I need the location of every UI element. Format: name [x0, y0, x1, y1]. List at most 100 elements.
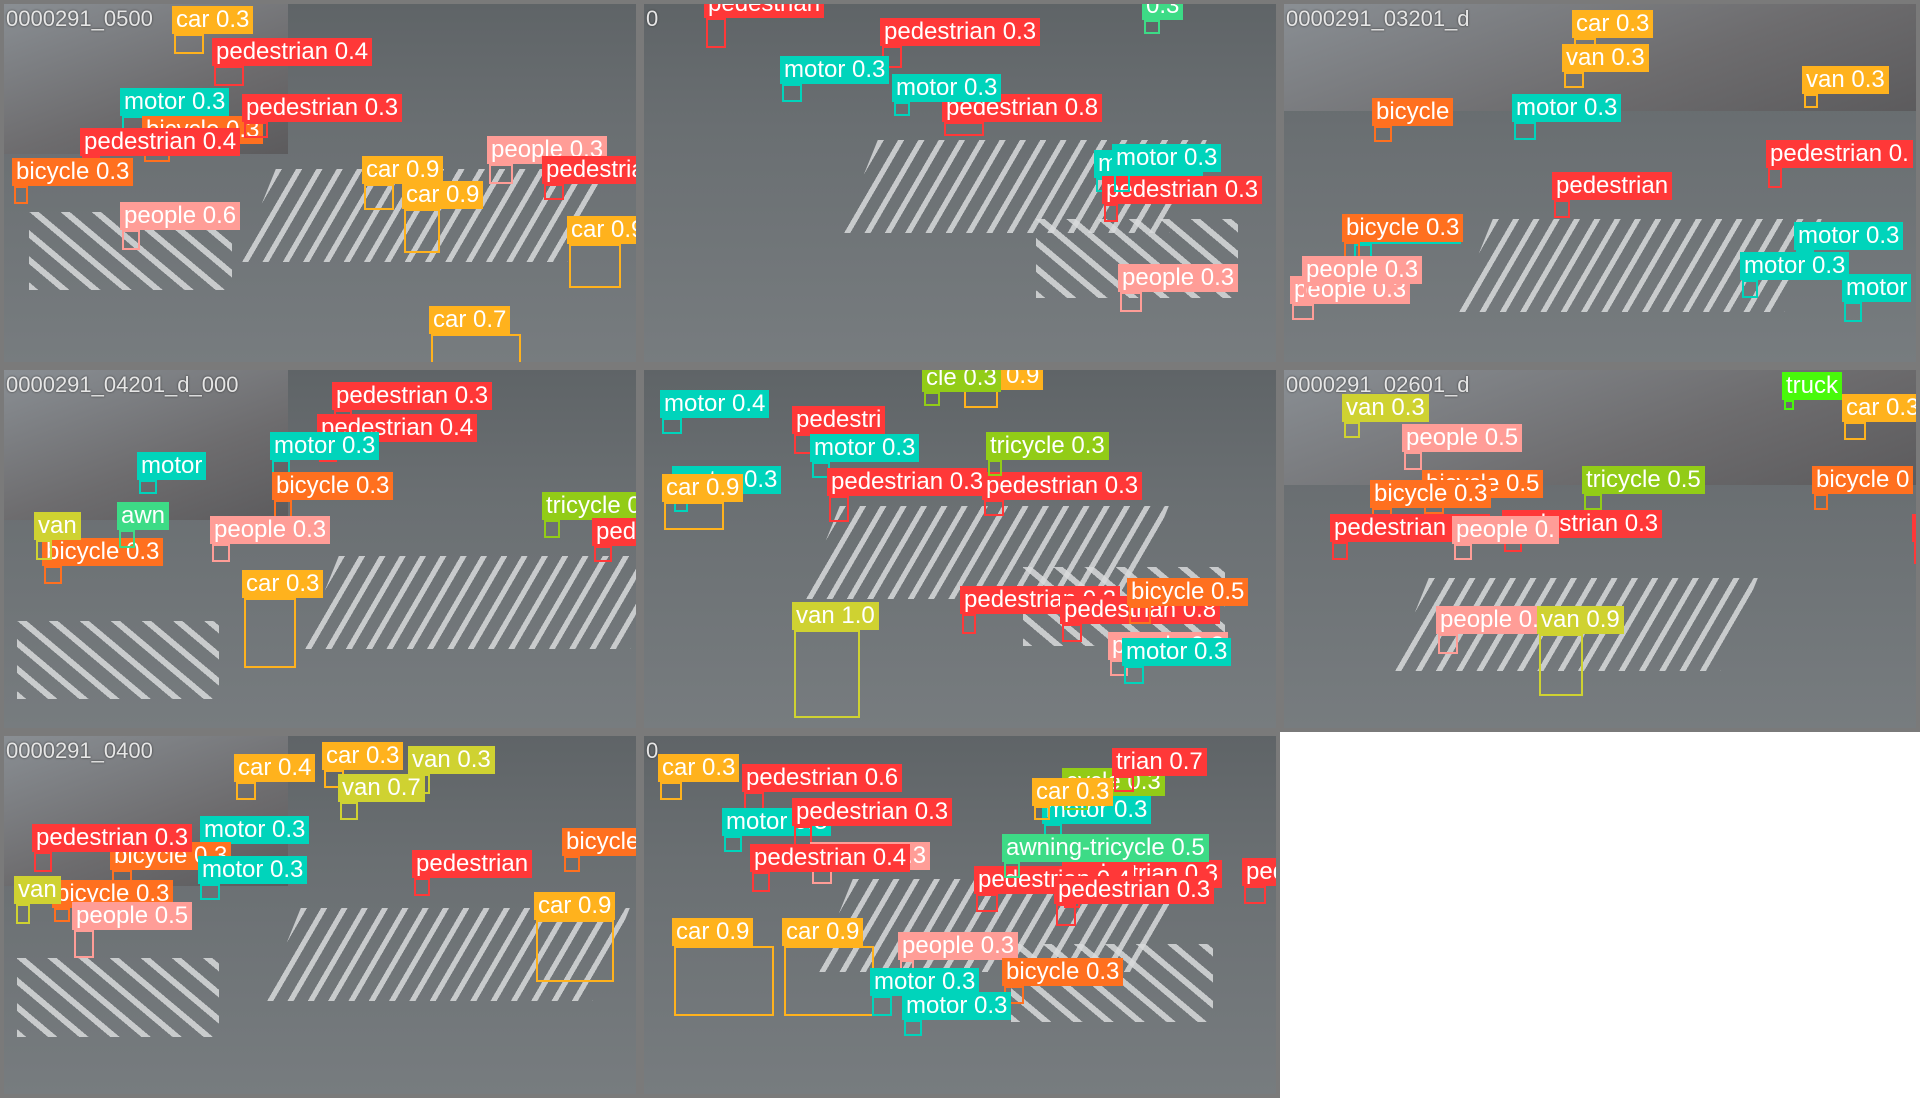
detection-people: people 0.3 — [487, 136, 608, 184]
detection-people: people 0.5 — [1436, 606, 1557, 654]
detection-pedestrian: pedestrian 0.3 — [242, 94, 403, 138]
bounding-box — [1304, 284, 1322, 300]
bounding-box — [976, 894, 998, 912]
detection-label: pedestrian 0.3 — [1054, 876, 1215, 904]
bounding-box — [962, 614, 976, 634]
bounding-box — [964, 390, 998, 408]
bounding-box — [544, 520, 560, 538]
detection-label: truck — [1782, 372, 1843, 400]
bounding-box — [988, 460, 1002, 476]
detection-label: van — [34, 512, 81, 540]
detection-label: car 0.3 — [1842, 394, 1916, 422]
bounding-box — [1742, 280, 1758, 298]
detection-motor: motor 0.3 — [902, 992, 1012, 1036]
bounding-box — [14, 186, 28, 204]
detection-car: car 0.3 — [242, 570, 324, 668]
bounding-box — [1554, 200, 1570, 218]
detection-van: van 0.9 — [1537, 606, 1624, 696]
bounding-box — [1768, 168, 1782, 188]
detection-pedestrian: pedestrian 0.8 — [1060, 596, 1221, 642]
detection-pedestrian: pedestrian — [412, 850, 533, 896]
bounding-box — [404, 209, 440, 253]
detection-pedestrian: pedestrian 0.8 — [942, 94, 1103, 136]
detection-motor: motor 0.3 — [1112, 144, 1222, 192]
detection-people: people 0.3 — [1302, 256, 1423, 300]
detection-label: car 0.9 — [782, 918, 864, 946]
detection-bicycle: bicycle 0.5 — [1127, 578, 1249, 624]
detection-label: car 0.4 — [234, 754, 316, 782]
bounding-box — [664, 502, 724, 530]
detection-motor: motor 0.3 — [892, 74, 1002, 116]
bounding-box — [904, 1020, 922, 1036]
detection-label: pedestrian 0.3 — [32, 824, 193, 852]
detection-pedestrian: trian 0.7 — [1112, 748, 1207, 792]
detection-label: people 0.3 — [1302, 256, 1423, 284]
bounding-box — [894, 102, 910, 116]
bounding-box — [1332, 542, 1348, 560]
detection-van: van 0.7 — [338, 774, 425, 820]
detection-label: pedestrian 0.3 — [982, 472, 1143, 500]
detection-label: people 0.6 — [120, 202, 241, 230]
bounding-box — [752, 872, 770, 892]
detection-car: car 0.3 — [1032, 778, 1114, 820]
detection-bicycle: bicycle — [1372, 98, 1454, 142]
detection-people: people 0. — [1452, 516, 1559, 560]
bounding-box — [924, 392, 940, 406]
bounding-box — [544, 184, 564, 200]
bounding-box — [724, 836, 742, 852]
bounding-box — [1104, 204, 1118, 222]
detection-label: pedestrian 0.3 — [592, 518, 636, 546]
detection-label: cle 0.3 — [922, 370, 1001, 392]
bounding-box — [782, 84, 802, 102]
detection-label: pedestri — [792, 406, 886, 434]
bounding-box — [662, 418, 682, 434]
detection-van: van 1.0 — [792, 602, 879, 718]
bounding-box — [1814, 494, 1828, 510]
detection-label: bicycle 0.3 — [1370, 480, 1492, 508]
detection-label: bicycle 0.3 — [1342, 214, 1464, 242]
bounding-box — [594, 546, 612, 562]
detection-motor: motor 0.3 — [198, 856, 308, 900]
bounding-box — [174, 34, 204, 54]
bounding-box — [1784, 400, 1794, 410]
bounding-box — [340, 802, 358, 820]
detection-label: motor 0.3 — [1740, 252, 1850, 280]
detection-pedestrian: pedestrian 0.4 — [1242, 858, 1276, 904]
detection-label: pedestrian 0.4 — [750, 844, 911, 872]
detection-people: people 0.5 — [1402, 424, 1523, 470]
bounding-box — [1129, 606, 1151, 624]
detection-label: motor — [137, 452, 207, 480]
detection-motor: motor 0.3 — [722, 808, 832, 852]
detection-pedestrian: pedestrian 0. — [1766, 140, 1913, 188]
detection-label: people 0.5 — [72, 902, 193, 930]
detection-label: pedestrian — [1912, 514, 1916, 542]
detection-awning-tricycle: awn — [117, 502, 170, 548]
detection-car: car 0.9 — [534, 892, 616, 982]
detection-label: car 0.9 — [534, 892, 616, 920]
detection-label: pedestrian — [1552, 172, 1673, 200]
detection-label: pedestrian — [412, 850, 533, 878]
bounding-box — [944, 122, 984, 136]
detection-motor: motor 0.3 — [1512, 94, 1622, 140]
detection-car: car 0.9 — [962, 370, 1044, 408]
tile-8: 0 car 0.3 pedestrian 0.6 motor 0.3 pedestri… — [640, 732, 1280, 1098]
detection-label: awn — [117, 502, 170, 530]
detection-label: motor 0.3 — [270, 432, 380, 460]
detection-awning-tricycle: awning-tricycle 0.5 — [1002, 834, 1209, 878]
detection-label: pedestrian 0.3 — [880, 18, 1041, 46]
detection-bicycle: bicycle 0.6 — [562, 828, 636, 872]
bounding-box — [1114, 172, 1130, 192]
detection-pedestrian: pedestrian 0.3 — [960, 586, 1121, 634]
detection-label: van 1.0 — [792, 602, 879, 630]
bounding-box — [414, 878, 430, 896]
detection-pedestrian: pedestrian 0.3 — [592, 518, 636, 562]
detection-pedestrian: pedestrian 0.4 — [542, 156, 636, 200]
bounding-box — [1034, 806, 1050, 820]
bounding-box — [569, 244, 621, 288]
bounding-box — [1056, 904, 1076, 926]
bounding-box — [36, 540, 52, 560]
detection-car: car 0.3 — [1842, 394, 1916, 440]
detection-label: pedestrian 0.4 — [80, 128, 241, 156]
bounding-box — [489, 164, 513, 184]
tile-4: 0000291_04201_d_000 pedestrian 0.3 pedest… — [0, 366, 640, 732]
